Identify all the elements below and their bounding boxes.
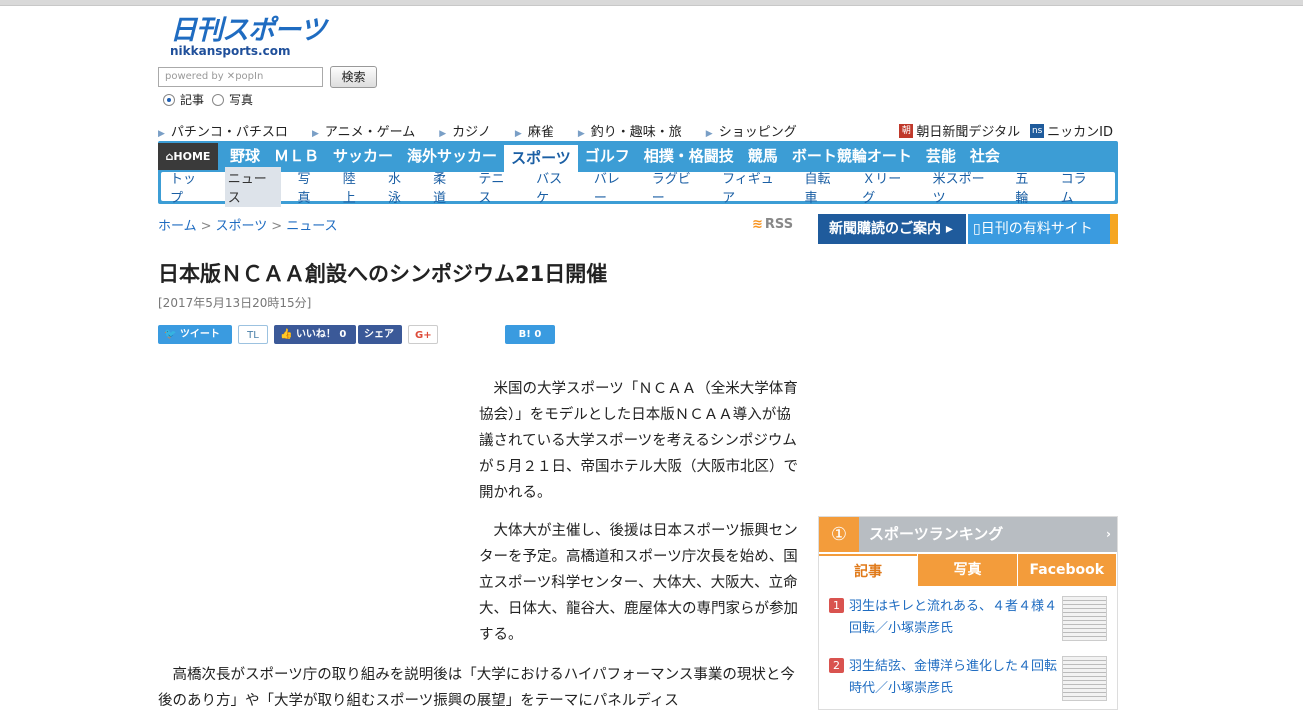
subtab-swimming[interactable]: 水泳 (385, 167, 416, 207)
ranking-item[interactable]: 1 羽生はキレと流れある、４者４様４回転／小塚崇彦氏 (819, 596, 1117, 646)
ranking-item[interactable]: 2 羽生結弦、金博洋ら進化した４回転時代／小塚崇彦氏 (819, 656, 1117, 706)
radio-article-label: 記事 (180, 93, 205, 107)
sub-navigation: ▶ パチンコ・パチスロ ▶ アニメ・ゲーム ▶ カジノ ▶ 麻雀 ▶ 釣り・趣味・旅 ▶ シ… (158, 121, 821, 140)
subtab-us-sports[interactable]: 米スポーツ (930, 167, 999, 207)
subtab-news[interactable]: ニュース (224, 166, 281, 207)
subtab-rugby[interactable]: ラグビー (649, 167, 705, 207)
breadcrumb: ホーム > スポーツ > ニュース (158, 219, 338, 234)
chevron-right-icon: › (1106, 527, 1111, 541)
article-title: 日本版ＮＣＡＡ創設へのシンポジウム21日開催 (158, 262, 608, 286)
breadcrumb-sports[interactable]: スポーツ (216, 219, 268, 234)
radio-photo-label: 写真 (229, 93, 254, 107)
thumbs-up-icon: 👍 (280, 328, 293, 340)
subnav-mahjong[interactable]: ▶ 麻雀 (515, 121, 566, 140)
ranking-text[interactable]: 羽生結弦、金博洋ら進化した４回転時代／小塚崇彦氏 (849, 656, 1059, 700)
tl-button[interactable]: TL (238, 324, 268, 344)
social-buttons: 🐦 ツイート TL 👍 いいね！ 0 シェア G+ B! 0 (158, 324, 561, 344)
subnav-shopping[interactable]: ▶ ショッピング (706, 121, 809, 140)
subtab-cycling[interactable]: 自転車 (802, 167, 846, 207)
subnav-fishing[interactable]: ▶ 釣り・趣味・旅 (578, 121, 694, 140)
hatena-button[interactable]: B! 0 (505, 324, 555, 344)
ranking-title[interactable]: スポーツランキング › (859, 517, 1117, 552)
subtab-column[interactable]: コラム (1058, 167, 1101, 207)
radio-article[interactable] (163, 93, 175, 106)
logo-sub: nikkansports.com (170, 44, 291, 58)
sports-ranking-panel: ① スポーツランキング › 記事 写真 Facebook 1 羽生はキレと流れある… (818, 516, 1118, 710)
subtab-volleyball[interactable]: バレー (591, 167, 635, 207)
breadcrumb-news[interactable]: ニュース (286, 219, 337, 234)
nikkan-id-icon: ns (1030, 123, 1045, 138)
subtab-olympics[interactable]: 五輪 (1012, 167, 1043, 207)
nikkan-id-link[interactable]: ニッカンID (1047, 121, 1113, 140)
rss-icon: ≋ (752, 217, 763, 232)
ranking-tab-photos[interactable]: 写真 (918, 554, 1017, 586)
subtab-top[interactable]: トップ (167, 167, 211, 207)
breadcrumb-home[interactable]: ホーム (158, 219, 197, 234)
article-paragraph-1: 米国の大学スポーツ「ＮＣＡＡ（全米大学体育協会）」をモデルとした日本版ＮＣＡＡ導… (479, 381, 798, 501)
ribbon-icon: ① (819, 517, 859, 552)
paid-site-banner[interactable]: ▯日刊の有料サイト (968, 214, 1118, 244)
radio-photo[interactable] (212, 93, 225, 106)
rss-link[interactable]: ≋ RSS (752, 217, 793, 232)
subtab-photo[interactable]: 写真 (295, 167, 326, 207)
main-navigation: ⌂HOME 野球 ＭＬＢ サッカー 海外サッカー スポーツ ゴルフ 相撲・格闘技… (158, 141, 1118, 207)
share-button[interactable]: シェア (358, 324, 402, 344)
ranking-text[interactable]: 羽生はキレと流れある、４者４様４回転／小塚崇彦氏 (849, 596, 1059, 640)
search-type-radios: 記事 写真 (163, 91, 261, 108)
asahi-link[interactable]: 朝日新聞デジタル (916, 121, 1020, 140)
asahi-icon: 朝 (899, 123, 914, 138)
subscribe-banner[interactable]: 新聞購読のご案内 ▸ (818, 214, 966, 244)
phone-icon: ▯ (973, 221, 981, 237)
subtab-athletics[interactable]: 陸上 (340, 167, 371, 207)
ranking-tab-articles[interactable]: 記事 (819, 554, 918, 586)
logo-main: 日刊スポーツ (170, 15, 326, 46)
article-paragraph-2: 大体大が主催し、後援は日本スポーツ振興センターを予定。高橋道和スポーツ庁次長を始… (479, 523, 798, 643)
site-logo[interactable]: 日刊スポーツ nikkansports.com (170, 15, 330, 59)
subtab-basketball[interactable]: バスケ (533, 167, 577, 207)
tweet-button[interactable]: 🐦 ツイート (158, 324, 232, 344)
ranking-thumbnail[interactable] (1062, 656, 1107, 701)
subnav-anime[interactable]: ▶ アニメ・ゲーム (312, 121, 427, 140)
subnav-casino[interactable]: ▶ カジノ (439, 121, 503, 140)
search-button[interactable]: 検索 (330, 66, 377, 88)
ranking-tab-facebook[interactable]: Facebook (1017, 554, 1116, 586)
twitter-icon: 🐦 (164, 328, 177, 340)
article-paragraph-3: 高橋次長がスポーツ庁の取り組みを説明後は「大学におけるハイパフォーマンス事業の現… (158, 667, 795, 709)
top-links: 朝 朝日新聞デジタル ns ニッカンID (899, 121, 1113, 140)
search-input[interactable]: powered by ✕popIn (158, 67, 323, 87)
subtab-judo[interactable]: 柔道 (430, 167, 461, 207)
subtab-figure[interactable]: フィギュア (719, 167, 787, 207)
subtab-xleague[interactable]: Ｘリーグ (859, 167, 915, 207)
gplus-button[interactable]: G+ (408, 324, 438, 344)
article-date: [2017年5月13日20時15分] (158, 296, 312, 310)
ranking-number: 1 (829, 598, 844, 613)
browser-top-bar (0, 0, 1303, 6)
ranking-number: 2 (829, 658, 844, 673)
subnav-pachinko[interactable]: ▶ パチンコ・パチスロ (158, 121, 300, 140)
subtab-tennis[interactable]: テニス (475, 167, 519, 207)
ranking-thumbnail[interactable] (1062, 596, 1107, 641)
like-button[interactable]: 👍 いいね！ 0 (274, 324, 356, 344)
